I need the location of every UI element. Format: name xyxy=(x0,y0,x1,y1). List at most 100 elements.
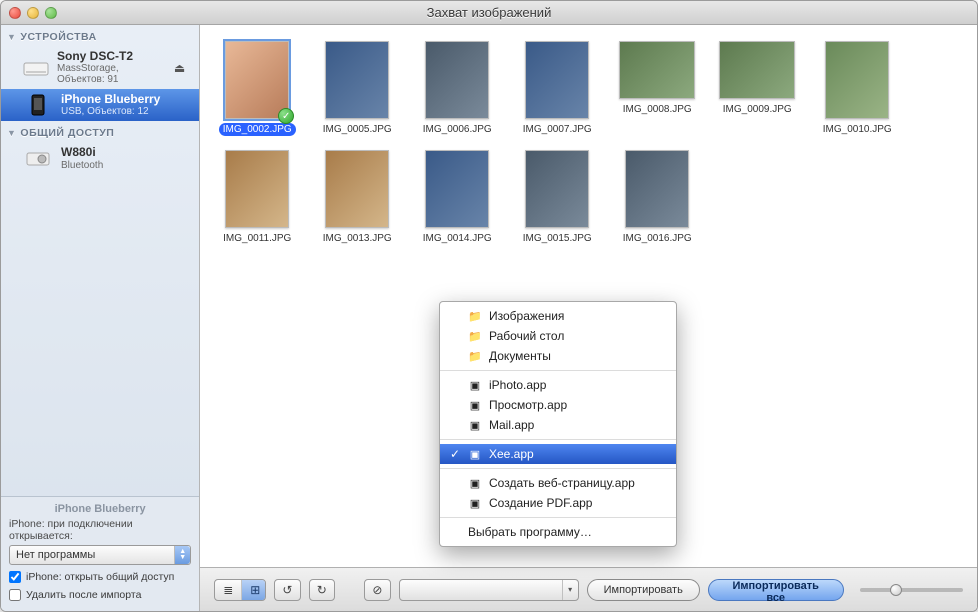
import-button-label: Импортировать xyxy=(604,584,683,596)
select-value: Нет программы xyxy=(16,549,95,561)
thumbnail-cell[interactable]: IMG_0011.JPG xyxy=(218,150,296,245)
popup-menu-item[interactable]: ▣ Mail.app xyxy=(440,415,676,435)
popup-item-label: Mail.app xyxy=(489,418,534,432)
app-icon: ▣ xyxy=(468,496,482,510)
thumbnail-cell[interactable]: IMG_0008.JPG xyxy=(618,41,696,136)
thumbnail-size-slider[interactable] xyxy=(860,584,963,596)
popup-menu-item[interactable]: ▣ Просмотр.app xyxy=(440,395,676,415)
thumbnail-image: ✓ xyxy=(225,41,289,119)
delete-checkbox-row[interactable]: Удалить после импорта xyxy=(9,589,191,601)
thumbnail-image xyxy=(719,41,795,99)
folder-icon: 📁 xyxy=(468,329,482,343)
view-mode-segment: ≣ ⊞ xyxy=(214,579,266,601)
share-label: iPhone: открыть общий доступ xyxy=(26,571,174,583)
slider-knob[interactable] xyxy=(890,584,902,596)
hdd-icon xyxy=(23,57,49,79)
delete-checkbox[interactable] xyxy=(9,589,21,601)
device-sub: MassStorage, Объектов: 91 xyxy=(57,63,166,85)
app-icon: ▣ xyxy=(468,378,482,392)
thumbnail-image xyxy=(619,41,695,99)
device-item-sony[interactable]: Sony DSC-T2 MassStorage, Объектов: 91 ⏏ xyxy=(1,46,199,89)
thumbnail-cell[interactable]: ✓IMG_0002.JPG xyxy=(218,41,296,136)
thumbnail-filename: IMG_0011.JPG xyxy=(219,232,295,245)
thumbnail-cell[interactable]: IMG_0016.JPG xyxy=(618,150,696,245)
thumbnail-filename: IMG_0010.JPG xyxy=(819,123,896,136)
thumbnail-cell[interactable]: IMG_0013.JPG xyxy=(318,150,396,245)
popup-item-label: Просмотр.app xyxy=(489,398,567,412)
import-all-button[interactable]: Импортировать все xyxy=(708,579,844,601)
disclosure-triangle-icon[interactable]: ▼ xyxy=(7,32,16,42)
app-icon: ▣ xyxy=(468,398,482,412)
popup-menu-item[interactable]: ✓▣Xee.app xyxy=(440,444,676,464)
popup-item-label: Рабочий стол xyxy=(489,329,564,343)
slider-track xyxy=(860,588,963,592)
thumbnail-cell[interactable]: IMG_0010.JPG xyxy=(818,41,896,136)
camera-icon xyxy=(23,147,53,169)
eject-icon[interactable]: ⏏ xyxy=(174,61,185,75)
thumbnail-filename: IMG_0006.JPG xyxy=(419,123,496,136)
thumbnail-cell[interactable]: IMG_0015.JPG xyxy=(518,150,596,245)
app-icon: ▣ xyxy=(468,418,482,432)
rotate-ccw-button[interactable]: ↺ xyxy=(274,579,300,601)
popup-menu-item[interactable]: 📁 Рабочий стол xyxy=(440,326,676,346)
thumbnail-cell[interactable]: IMG_0009.JPG xyxy=(718,41,796,136)
popup-item-label: Выбрать программу… xyxy=(468,525,592,539)
open-on-connect-label: iPhone: при подключении открывается: xyxy=(9,518,191,542)
thumbnail-cell[interactable]: IMG_0007.JPG xyxy=(518,41,596,136)
device-sub: USB, Объектов: 12 xyxy=(61,106,160,117)
import-button[interactable]: Импортировать xyxy=(587,579,700,601)
sidebar: ▼ УСТРОЙСТВА Sony DSC-T2 MassStorage, Об… xyxy=(1,25,200,611)
shared-header[interactable]: ▼ ОБЩИЙ ДОСТУП xyxy=(1,121,199,142)
device-name: iPhone Blueberry xyxy=(61,93,160,106)
thumbnail-filename: IMG_0008.JPG xyxy=(619,103,696,116)
thumbnail-image xyxy=(825,41,889,119)
popup-item-label: Xee.app xyxy=(489,447,534,461)
disclosure-triangle-icon[interactable]: ▼ xyxy=(7,128,16,138)
bottom-toolbar: ≣ ⊞ ↺ ↻ ⊘ ▾ Импортировать Импортировать … xyxy=(200,567,977,611)
popup-menu-item[interactable]: Выбрать программу… xyxy=(440,522,676,542)
thumbnail-filename: IMG_0002.JPG xyxy=(219,123,296,136)
thumbnail-image xyxy=(325,41,389,119)
sidebar-list: ▼ УСТРОЙСТВА Sony DSC-T2 MassStorage, Об… xyxy=(1,25,199,496)
rotate-cw-button[interactable]: ↻ xyxy=(309,579,335,601)
thumbnail-cell[interactable]: IMG_0005.JPG xyxy=(318,41,396,136)
thumbnail-image xyxy=(525,150,589,228)
thumbnail-image xyxy=(525,41,589,119)
popup-item-label: Документы xyxy=(489,349,551,363)
import-destination-dropdown[interactable]: ▾ xyxy=(399,579,579,601)
delete-button[interactable]: ⊘ xyxy=(364,579,390,601)
folder-icon: 📁 xyxy=(468,309,482,323)
shared-item-w880i[interactable]: W880i Bluetooth xyxy=(1,142,199,174)
device-item-iphone[interactable]: iPhone Blueberry USB, Объектов: 12 xyxy=(1,89,199,121)
thumbnail-filename: IMG_0014.JPG xyxy=(419,232,496,245)
device-name: Sony DSC-T2 xyxy=(57,50,166,63)
popup-menu-item[interactable]: 📁Документы xyxy=(440,346,676,366)
checkmark-badge-icon: ✓ xyxy=(278,108,294,124)
checkmark-icon: ✓ xyxy=(450,447,460,461)
thumbnail-image xyxy=(325,150,389,228)
sidebar-bottom-panel: iPhone Blueberry iPhone: при подключении… xyxy=(1,496,199,611)
thumbnail-cell[interactable]: IMG_0006.JPG xyxy=(418,41,496,136)
popup-menu-item[interactable]: ▣iPhoto.app xyxy=(440,375,676,395)
destination-popup-menu: 📁Изображения📁Рабочий стол📁Документы▣iPho… xyxy=(439,301,677,547)
window-title: Захват изображений xyxy=(1,5,977,20)
connected-device-title: iPhone Blueberry xyxy=(9,503,191,515)
popup-menu-item[interactable]: ▣Создать веб-страницу.app xyxy=(440,473,676,493)
list-view-button[interactable]: ≣ xyxy=(215,580,242,600)
thumbnail-cell[interactable]: IMG_0014.JPG xyxy=(418,150,496,245)
iphone-icon xyxy=(23,94,53,116)
thumbnail-filename: IMG_0005.JPG xyxy=(319,123,396,136)
thumbnail-image xyxy=(225,150,289,228)
devices-header[interactable]: ▼ УСТРОЙСТВА xyxy=(1,25,199,46)
share-checkbox-row[interactable]: iPhone: открыть общий доступ xyxy=(9,571,191,583)
thumbnail-image xyxy=(625,150,689,228)
popup-menu-item[interactable]: ▣Создание PDF.app xyxy=(440,493,676,513)
thumbnail-filename: IMG_0007.JPG xyxy=(519,123,596,136)
thumbnail-image xyxy=(425,41,489,119)
thumbnail-filename: IMG_0016.JPG xyxy=(619,232,696,245)
open-on-connect-select[interactable]: Нет программы ▲▼ xyxy=(9,545,191,565)
popup-menu-item[interactable]: 📁Изображения xyxy=(440,306,676,326)
share-checkbox[interactable] xyxy=(9,571,21,583)
thumbnail-filename: IMG_0009.JPG xyxy=(719,103,796,116)
icon-view-button[interactable]: ⊞ xyxy=(242,580,266,600)
